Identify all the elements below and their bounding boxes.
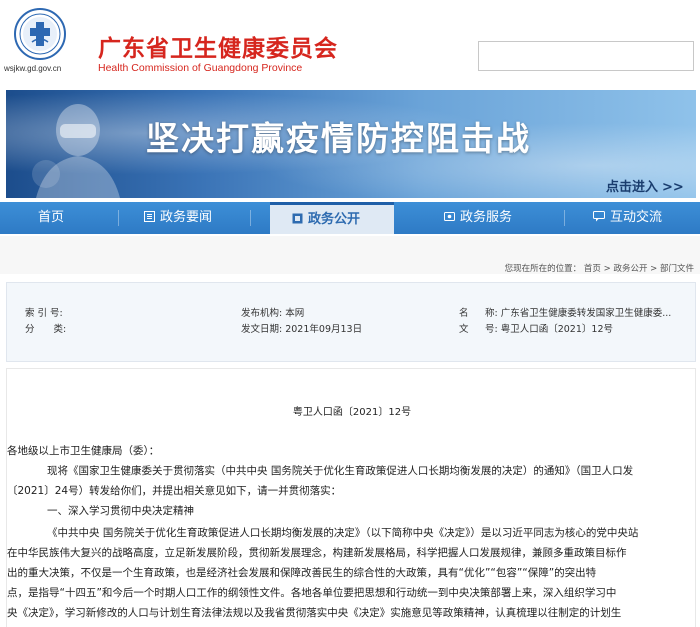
category-label: 分 类:	[25, 324, 67, 335]
paragraph-line: 《中共中央 国务院关于优化生育政策促进人口长期均衡发展的决定》（以下简称中央《决…	[47, 527, 639, 539]
paragraph-line: 央《决定》，学习新修改的人口与计划生育法律法规以及我省贯彻落实中央《决定》实施意…	[7, 607, 622, 619]
banner-link-label: 点击进入	[606, 180, 659, 195]
nav-item-disclosure[interactable]: 政务公开	[270, 202, 394, 234]
nav-item-label: 首页	[38, 210, 65, 225]
site-header: wsjkw.gd.gov.cn 广东省卫生健康委员会 Health Commis…	[0, 0, 700, 88]
nav-item-services[interactable]: 政务服务	[444, 202, 512, 234]
news-icon	[144, 211, 155, 222]
nav-divider	[564, 210, 565, 226]
section-heading: 一、深入学习贯彻中央决定精神	[47, 505, 194, 517]
breadcrumb-dept-docs[interactable]: 部门文件	[660, 264, 694, 274]
breadcrumb-home[interactable]: 首页	[584, 264, 601, 274]
main-nav: 首页 政务要闻 政务公开 政务服务 互动交流	[0, 202, 700, 234]
search-input[interactable]	[478, 41, 694, 71]
nav-item-label: 政务公开	[308, 212, 361, 227]
document-number-heading: 粤卫人口函〔2021〕12号	[292, 407, 412, 418]
document-name: 称: 广东省卫生健康委转发国家卫生健康委...	[485, 308, 672, 319]
breadcrumb-prefix: 您现在所在的位置：	[504, 264, 582, 274]
addressee: 各地级以上市卫生健康局（委）：	[7, 445, 160, 457]
paragraph-line: 在中华民族伟大复兴的战略高度，立足新发展阶段，贯彻新发展理念，构建新发展格局，科…	[7, 547, 627, 559]
double-chevron-right-icon: >>	[662, 180, 684, 195]
service-icon	[444, 212, 455, 221]
breadcrumb: 您现在所在的位置： 首页 > 政务公开 > 部门文件	[505, 262, 694, 274]
paragraph-line: 〔2021〕24号）转发给你们，并提出相关意见如下，请一并贯彻落实：	[7, 485, 342, 497]
breadcrumb-disclosure[interactable]: 政务公开	[613, 264, 647, 274]
paragraph-line: 出的重大决策，不仅是一个生育政策，也是经济社会发展和保障改善民生的综合性的大政策…	[7, 567, 597, 579]
banner-title: 坚决打赢疫情防控阻击战	[146, 119, 531, 158]
disclosure-icon	[292, 213, 303, 224]
document-number: 号: 粤卫人口函〔2021〕12号	[485, 324, 613, 335]
document-metadata: 索 引 号: 分 类: 发布机构: 本网 发文日期: 2021年09月13日 名…	[6, 282, 696, 362]
nav-item-interaction[interactable]: 互动交流	[593, 202, 662, 234]
nav-item-label: 政务要闻	[160, 210, 213, 225]
paragraph-line: 点，是指导“十四五”和今后一个时期人口工作的纲领性文件。各地各单位要把思想和行动…	[7, 587, 617, 599]
medical-worker-image-icon	[32, 104, 120, 198]
campaign-banner[interactable]: 坚决打赢疫情防控阻击战 点击进入 >>	[6, 90, 696, 198]
nav-item-home[interactable]: 首页	[38, 202, 64, 234]
breadcrumb-separator: >	[650, 264, 658, 274]
nav-item-label: 互动交流	[610, 210, 663, 225]
breadcrumb-separator: >	[603, 264, 611, 274]
banner-enter-link[interactable]: 点击进入 >>	[606, 176, 684, 195]
paragraph-line: 现将《国家卫生健康委关于贯彻落实（中共中央 国务院关于优化生育政策促进人口长期均…	[47, 465, 634, 477]
nav-item-news[interactable]: 政务要闻	[144, 202, 212, 234]
publish-date: 发文日期: 2021年09月13日	[241, 324, 363, 335]
nav-divider	[250, 210, 251, 226]
document-body: 粤卫人口函〔2021〕12号 各地级以上市卫生健康局（委）： 现将《国家卫生健康…	[6, 368, 696, 627]
interaction-icon	[593, 211, 605, 222]
nav-item-label: 政务服务	[460, 210, 513, 225]
name-label: 名	[459, 308, 469, 319]
breadcrumb-bar: 您现在所在的位置： 首页 > 政务公开 > 部门文件	[0, 236, 700, 274]
site-title-cn[interactable]: 广东省卫生健康委员会	[98, 29, 338, 63]
docno-label: 文	[459, 324, 469, 335]
index-number-label: 索 引 号:	[25, 308, 63, 319]
nav-divider	[118, 210, 119, 226]
site-url: wsjkw.gd.gov.cn	[4, 64, 62, 73]
emblem-logo-icon[interactable]	[14, 8, 66, 60]
publisher: 发布机构: 本网	[241, 308, 305, 319]
site-title-en: Health Commission of Guangdong Province	[98, 62, 303, 74]
